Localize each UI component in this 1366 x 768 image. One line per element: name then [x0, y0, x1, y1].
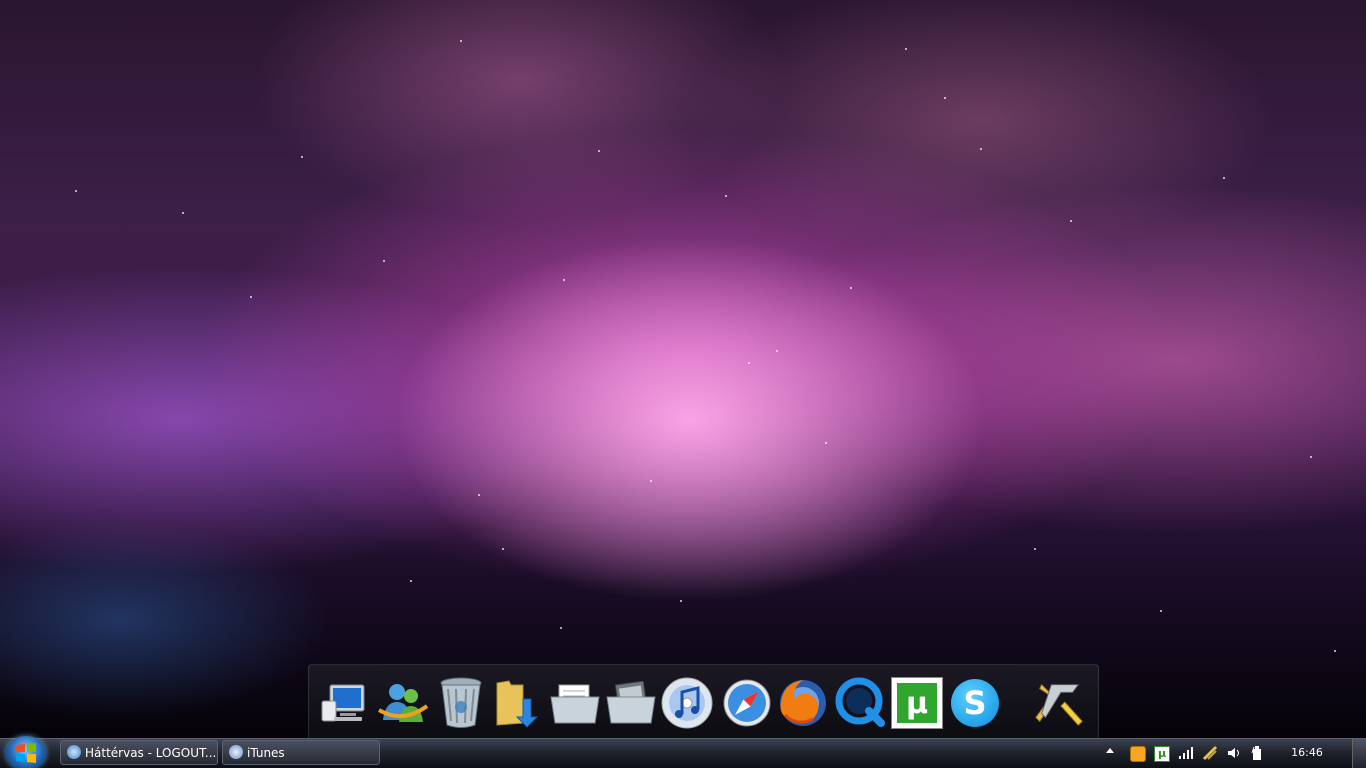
- itunes-icon[interactable]: [660, 676, 714, 730]
- utorrent-icon[interactable]: µ: [890, 676, 944, 730]
- network-icon[interactable]: [1202, 745, 1218, 761]
- taskbar-button-label: Háttérvas - LOGOUT....: [85, 745, 218, 760]
- safari-icon[interactable]: [720, 676, 774, 730]
- show-hidden-icons-arrow[interactable]: [1106, 748, 1114, 753]
- quicktime-icon[interactable]: [834, 676, 888, 730]
- signal-icon[interactable]: [1178, 746, 1194, 760]
- taskbar-button-browser[interactable]: Háttérvas - LOGOUT....: [60, 740, 218, 765]
- skype-icon[interactable]: S: [948, 676, 1002, 730]
- downloads-folder-icon[interactable]: [490, 676, 544, 730]
- messenger-icon[interactable]: [376, 676, 430, 730]
- windows-logo-icon: [16, 743, 36, 763]
- taskbar-button-label: iTunes: [247, 745, 285, 760]
- desktop-wallpaper: [0, 0, 1366, 738]
- recycle-bin-icon[interactable]: [434, 676, 488, 730]
- firefox-icon[interactable]: [776, 676, 830, 730]
- computer-icon[interactable]: [318, 676, 372, 730]
- tools-icon[interactable]: [1032, 676, 1086, 730]
- power-icon[interactable]: [1250, 745, 1264, 761]
- taskbar-button-itunes[interactable]: iTunes: [222, 740, 380, 765]
- browser-icon: [67, 745, 81, 759]
- orange-app-icon[interactable]: [1130, 746, 1146, 762]
- documents-folder-icon[interactable]: [548, 676, 602, 730]
- volume-icon[interactable]: [1226, 746, 1242, 760]
- utorrent-tray-icon[interactable]: µ: [1154, 746, 1170, 762]
- show-desktop-button[interactable]: [1352, 739, 1366, 768]
- start-button[interactable]: [6, 736, 46, 768]
- itunes-icon: [229, 745, 243, 759]
- pictures-folder-icon[interactable]: [604, 676, 658, 730]
- taskbar-clock[interactable]: 16:46: [1284, 746, 1330, 759]
